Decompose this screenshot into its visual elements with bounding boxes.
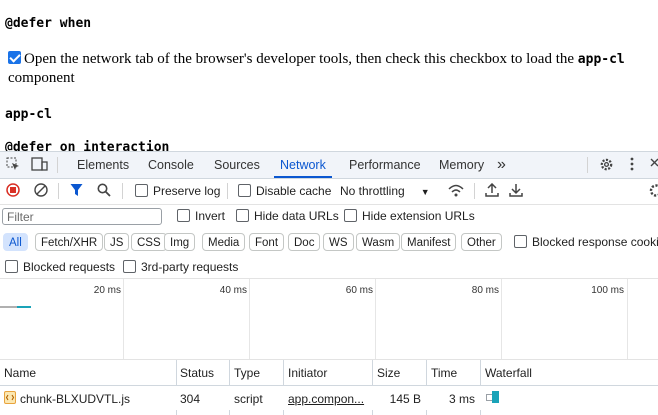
- request-name[interactable]: chunk-BLXUDVTL.js: [20, 392, 170, 406]
- record-stop-icon[interactable]: [6, 183, 20, 201]
- filter-input[interactable]: Filter: [2, 208, 162, 225]
- overview-bar: [17, 306, 31, 308]
- defer-when-heading: @defer when: [5, 16, 92, 31]
- column-status[interactable]: Status: [180, 366, 214, 380]
- type-filter-wasm[interactable]: Wasm: [356, 233, 401, 251]
- hide-extension-urls-checkbox[interactable]: Hide extension URLs: [344, 209, 475, 223]
- request-initiator-link[interactable]: app.compon...: [288, 392, 368, 406]
- third-party-requests-checkbox[interactable]: 3rd-party requests: [123, 260, 238, 274]
- column-name[interactable]: Name: [4, 366, 36, 380]
- clear-icon[interactable]: [34, 183, 48, 201]
- checkbox-label: Open the network tab of the browser's de…: [24, 51, 578, 67]
- import-har-icon[interactable]: [485, 182, 499, 201]
- blocked-response-cookies-checkbox[interactable]: Blocked response cookies: [514, 235, 658, 249]
- chevron-down-icon: ▼: [420, 187, 430, 197]
- checkbox-label-tail: component: [8, 70, 75, 86]
- network-conditions-icon[interactable]: [447, 183, 465, 201]
- load-checkbox[interactable]: [8, 51, 21, 64]
- filter-funnel-icon[interactable]: [70, 183, 83, 201]
- request-type: script: [234, 392, 263, 406]
- type-filter-media[interactable]: Media: [202, 233, 246, 251]
- column-initiator[interactable]: Initiator: [288, 366, 327, 380]
- app-cl-label: app-cl: [5, 107, 52, 122]
- table-row[interactable]: chunk-BLXUDVTL.js 304 script app.compon.…: [0, 386, 658, 410]
- type-filter-ws[interactable]: WS: [323, 233, 354, 251]
- throttling-select[interactable]: No throttling ▼: [340, 184, 430, 198]
- timeline-tick: 60 ms: [345, 285, 373, 296]
- network-toolbar: Preserve log Disable cache No throttling…: [0, 179, 658, 205]
- type-filter-img[interactable]: Img: [164, 233, 196, 251]
- export-har-icon[interactable]: [509, 183, 523, 201]
- overview-bar: [0, 306, 17, 308]
- hide-data-urls-checkbox[interactable]: Hide data URLs: [236, 209, 339, 223]
- tab-performance[interactable]: Performance: [349, 152, 421, 178]
- tab-elements[interactable]: Elements: [77, 152, 129, 178]
- devtools-tabbar: Elements Console Sources Network Perform…: [0, 152, 658, 179]
- filter-row: Filter Invert Hide data URLs Hide extens…: [0, 205, 658, 229]
- load-checkbox-line: Open the network tab of the browser's de…: [8, 50, 654, 87]
- invert-checkbox[interactable]: Invert: [177, 209, 225, 223]
- network-settings-icon[interactable]: [648, 183, 658, 202]
- disable-cache-checkbox[interactable]: Disable cache: [238, 184, 331, 198]
- column-time[interactable]: Time: [431, 366, 457, 380]
- type-filter-font[interactable]: Font: [249, 233, 285, 251]
- request-size: 145 B: [389, 392, 421, 406]
- column-type[interactable]: Type: [234, 366, 260, 380]
- request-time: 3 ms: [448, 392, 475, 406]
- column-size[interactable]: Size: [377, 366, 400, 380]
- type-filter-other[interactable]: Other: [461, 233, 502, 251]
- timeline-tick: 40 ms: [219, 285, 247, 296]
- search-icon[interactable]: [97, 183, 111, 201]
- settings-gear-icon[interactable]: [599, 157, 614, 176]
- type-filter-css[interactable]: CSS: [131, 233, 167, 251]
- page-content: @defer when Open the network tab of the …: [0, 0, 658, 155]
- timeline-tick: 100 ms: [591, 285, 624, 296]
- request-status: 304: [180, 392, 201, 406]
- requests-table-header: Name Status Type Initiator Size Time Wat…: [0, 360, 658, 386]
- more-tabs-icon[interactable]: »: [497, 152, 506, 178]
- tab-memory[interactable]: Memory: [439, 152, 484, 178]
- device-toolbar-icon[interactable]: [31, 157, 48, 175]
- close-devtools-icon[interactable]: [650, 156, 658, 174]
- timeline-overview[interactable]: 20 ms 40 ms 60 ms 80 ms 100 ms: [0, 279, 658, 360]
- blocked-requests-checkbox[interactable]: Blocked requests: [5, 260, 115, 274]
- tab-console[interactable]: Console: [148, 152, 194, 178]
- blocked-requests-row: Blocked requests 3rd-party requests: [0, 256, 658, 279]
- resource-type-filters: All Fetch/XHR JS CSS Img Media Font Doc …: [0, 230, 658, 256]
- type-filter-manifest[interactable]: Manifest: [401, 233, 457, 251]
- preserve-log-checkbox[interactable]: Preserve log: [135, 184, 220, 198]
- type-filter-all[interactable]: All: [3, 233, 28, 251]
- waterfall-bar: [492, 391, 499, 403]
- more-options-icon[interactable]: [630, 157, 634, 175]
- timeline-tick: 20 ms: [93, 285, 121, 296]
- tab-network[interactable]: Network: [274, 152, 332, 178]
- type-filter-js[interactable]: JS: [104, 233, 130, 251]
- type-filter-fetch-xhr[interactable]: Fetch/XHR: [35, 233, 104, 251]
- type-filter-doc[interactable]: Doc: [288, 233, 321, 251]
- inspect-element-icon[interactable]: [6, 157, 20, 175]
- script-file-icon: [4, 391, 16, 408]
- checkbox-component-name: app-cl: [577, 52, 625, 67]
- devtools-panel: Elements Console Sources Network Perform…: [0, 151, 658, 415]
- tab-sources[interactable]: Sources: [214, 152, 260, 178]
- column-waterfall[interactable]: Waterfall: [485, 366, 532, 380]
- timeline-tick: 80 ms: [471, 285, 499, 296]
